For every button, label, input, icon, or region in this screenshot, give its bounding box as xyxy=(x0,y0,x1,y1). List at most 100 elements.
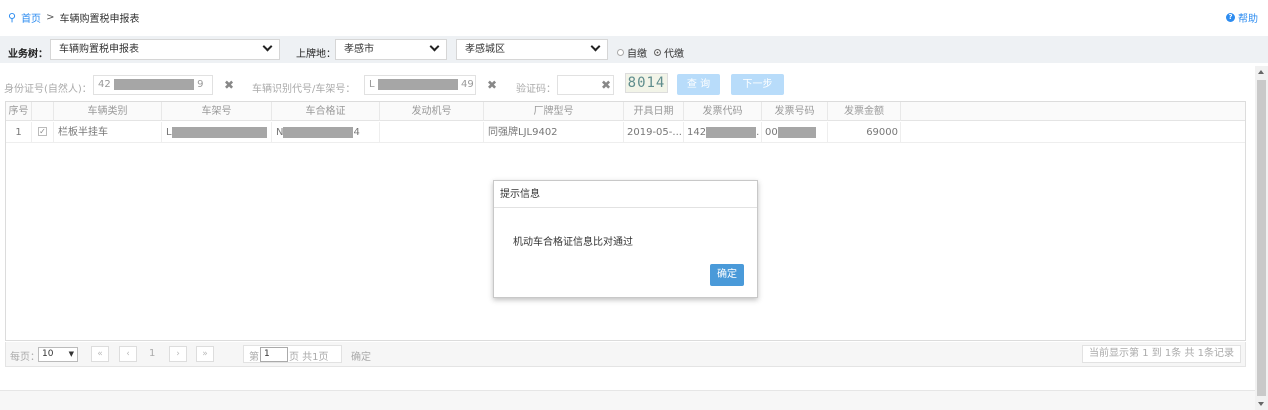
id-number-prefix: 42 xyxy=(98,79,111,90)
register-place-label: 上牌地： xyxy=(296,49,336,60)
bottom-strip xyxy=(0,390,1268,410)
radio-self-label: 自缴 xyxy=(627,49,647,60)
per-page-value: 10 xyxy=(42,349,54,359)
checkmark-icon: ✓ xyxy=(38,126,47,136)
scroll-up-icon[interactable] xyxy=(1258,70,1264,74)
radio-self-pay[interactable]: 自缴 xyxy=(617,45,647,60)
vin-input[interactable]: L 49 xyxy=(364,75,476,95)
prev-page-button[interactable]: ‹ xyxy=(119,346,137,362)
next-step-button[interactable]: 下一步 xyxy=(731,74,784,95)
per-page-label: 每页： xyxy=(10,352,40,363)
row-engine-no xyxy=(380,122,484,143)
per-page-select[interactable]: 10 ▼ xyxy=(38,347,78,362)
page-prefix-label: 第 xyxy=(249,352,259,363)
page-total-label: 页 共1页 xyxy=(289,352,329,363)
vin-label: 车辆识别代号/车架号： xyxy=(252,84,356,95)
city-value: 孝感市 xyxy=(344,44,374,55)
row-checkbox[interactable]: ✓ xyxy=(32,122,54,143)
column-header: 发票号码 xyxy=(762,102,828,121)
column-header: 厂牌型号 xyxy=(484,102,624,121)
column-header: 开具日期 xyxy=(624,102,684,121)
radio-unchecked-icon xyxy=(617,49,624,56)
id-number-input[interactable]: 42 9 xyxy=(93,75,213,95)
breadcrumb-separator: > xyxy=(46,12,55,23)
column-header: 发票代码 xyxy=(684,102,762,121)
row-invoice-no: 00 xyxy=(762,122,828,143)
page-number: 1 xyxy=(149,348,156,359)
city-select[interactable]: 孝感市 xyxy=(335,39,447,60)
column-header-checkbox[interactable] xyxy=(32,102,54,121)
business-tree-select[interactable]: 车辆购置税申报表 xyxy=(50,39,280,60)
record-summary: 当前显示第 1 到 1条 共 1条记录 xyxy=(1082,345,1241,363)
dialog-message: 机动车合格证信息比对通过 xyxy=(513,237,633,248)
invoice-code-suffix: . xyxy=(756,127,760,138)
first-page-button[interactable]: « xyxy=(91,346,109,362)
cert-suffix: 4 xyxy=(353,127,360,138)
invoice-no-prefix: 00 xyxy=(765,127,778,138)
redacted-block xyxy=(113,78,194,90)
captcha-label: 验证码： xyxy=(516,84,556,95)
question-circle-icon: ? xyxy=(1226,13,1235,22)
row-issue-date: 2019-05-... xyxy=(624,122,684,143)
clear-id-icon[interactable]: ✖ xyxy=(224,78,234,92)
business-tree-label: 业务树： xyxy=(8,49,48,60)
chevron-down-icon xyxy=(590,41,601,52)
redacted-block xyxy=(706,126,757,138)
clear-vin-icon[interactable]: ✖ xyxy=(487,78,497,92)
column-header: 序号 xyxy=(6,102,32,121)
clear-captcha-icon[interactable]: ✖ xyxy=(601,78,611,92)
pagination-bar: 每页： 10 ▼ « ‹ 1 › » 第 1 页 共1页 确定 当前显示第 1 … xyxy=(5,342,1246,367)
row-vehicle-type: 栏板半挂车 xyxy=(54,122,162,143)
column-header: 车架号 xyxy=(162,102,272,121)
row-index: 1 xyxy=(6,122,32,143)
column-header: 发票金额 xyxy=(828,102,901,121)
caret-down-icon: ▼ xyxy=(68,350,74,358)
id-number-label: 身份证号(自然人)： xyxy=(4,84,92,95)
next-page-button[interactable]: › xyxy=(169,346,187,362)
map-pin-icon: ⚲ xyxy=(8,11,17,24)
scrollbar-thumb[interactable] xyxy=(1257,80,1266,396)
row-amount: 69000 xyxy=(828,122,901,143)
page-jump-confirm[interactable]: 确定 xyxy=(351,348,371,363)
id-number-suffix: 9 xyxy=(197,79,204,90)
district-select[interactable]: 孝感城区 xyxy=(456,39,608,60)
redacted-block xyxy=(171,126,267,138)
redacted-block xyxy=(377,78,458,90)
invoice-code-prefix: 142 xyxy=(687,127,707,138)
district-value: 孝感城区 xyxy=(465,44,505,55)
redacted-block xyxy=(777,126,816,138)
redacted-block xyxy=(283,126,354,138)
table-header: 序号 车辆类别 车架号 车合格证 发动机号 厂牌型号 开具日期 发票代码 发票号… xyxy=(6,102,1245,121)
business-tree-value: 车辆购置税申报表 xyxy=(59,44,139,55)
breadcrumb: ⚲ 首页 > 车辆购置税申报表 xyxy=(8,10,139,25)
query-button[interactable]: 查 询 xyxy=(677,74,720,95)
scroll-down-icon[interactable] xyxy=(1258,402,1264,406)
vin-suffix: 49 xyxy=(460,79,474,90)
table-row[interactable]: 1 ✓ 栏板半挂车 L N4 同强牌LJL9402 2019-05-... 14… xyxy=(6,122,1245,143)
filter-bar: 业务树： 车辆购置税申报表 上牌地： 孝感市 孝感城区 自缴 代缴 xyxy=(0,36,1268,63)
last-page-button[interactable]: » xyxy=(196,346,214,362)
vertical-scrollbar[interactable] xyxy=(1255,66,1268,410)
top-bar: ⚲ 首页 > 车辆购置税申报表 ? 帮助 xyxy=(0,0,1268,34)
chevron-down-icon xyxy=(262,41,273,52)
captcha-image[interactable]: 8014 xyxy=(625,73,668,93)
dialog-ok-button[interactable]: 确定 xyxy=(710,264,744,286)
chevron-down-icon xyxy=(429,41,440,52)
cert-prefix: N xyxy=(276,127,284,138)
help-link[interactable]: ? 帮助 xyxy=(1226,10,1258,25)
row-frame-no: L xyxy=(162,122,272,143)
page-jump-input[interactable]: 1 xyxy=(260,347,288,362)
column-header: 车合格证 xyxy=(272,102,380,121)
row-certificate: N4 xyxy=(272,122,380,143)
radio-checked-icon xyxy=(654,49,661,56)
breadcrumb-current: 车辆购置税申报表 xyxy=(59,14,140,25)
radio-agent-pay[interactable]: 代缴 xyxy=(654,45,684,60)
breadcrumb-home-link[interactable]: 首页 xyxy=(21,10,41,25)
column-header: 车辆类别 xyxy=(54,102,162,121)
row-invoice-code: 142. xyxy=(684,122,762,143)
dialog-title: 提示信息 xyxy=(494,181,757,208)
column-header: 发动机号 xyxy=(380,102,484,121)
radio-agent-label: 代缴 xyxy=(664,49,684,60)
row-brand-model: 同强牌LJL9402 xyxy=(484,122,624,143)
info-dialog: 提示信息 机动车合格证信息比对通过 确定 xyxy=(493,180,758,298)
